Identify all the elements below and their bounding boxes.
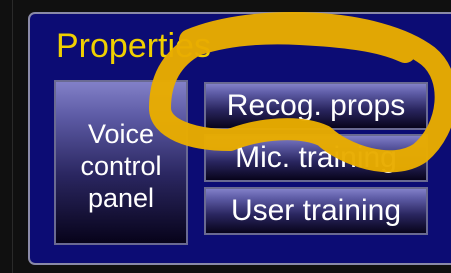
recog-props-label: Recog. props [226,89,406,122]
panel-title: Properties [56,27,211,65]
screenshot-stage: Properties Voice control panel Recog. pr… [0,0,451,273]
recog-props-button[interactable]: Recog. props [204,82,428,130]
window-edge [0,0,13,273]
mic-training-button[interactable]: Mic. training [204,134,428,182]
properties-panel: Properties Voice control panel Recog. pr… [28,12,451,265]
voice-control-panel-label: Voice control panel [80,118,162,213]
user-training-button[interactable]: User training [204,187,428,235]
user-training-label: User training [230,194,402,227]
voice-control-panel-button[interactable]: Voice control panel [54,80,188,245]
mic-training-label: Mic. training [235,141,397,174]
